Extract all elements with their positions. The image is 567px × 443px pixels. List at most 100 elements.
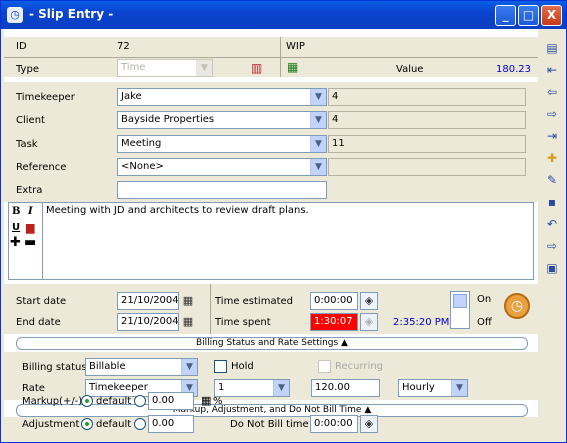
- rate-label: Rate: [22, 383, 45, 394]
- slip-entry-window: ◷ - Slip Entry - _ □ X ID 72 WIP Type Ti…: [0, 0, 567, 443]
- extra-label: Extra: [16, 185, 43, 196]
- calendar-icon[interactable]: ▦: [180, 314, 196, 330]
- close-button[interactable]: X: [541, 5, 562, 26]
- time-spent-label: Time spent: [215, 317, 271, 328]
- reference-code: [328, 158, 526, 176]
- add-icon[interactable]: ✚: [543, 149, 561, 167]
- slip-form: ID 72 WIP Type Time ▼ ▥ ▦ Value 180.23 T…: [4, 29, 538, 441]
- font-color-icon[interactable]: ▆: [26, 221, 34, 234]
- description-text[interactable]: Meeting with JD and architects to review…: [42, 203, 533, 279]
- billing-status-dropdown[interactable]: Billable ▼: [85, 358, 198, 376]
- adjustment-value-field[interactable]: 0.00: [148, 415, 194, 433]
- previous-icon[interactable]: ⇦: [543, 83, 561, 101]
- rate-unit-dropdown[interactable]: Hourly ▼: [398, 379, 468, 397]
- stopwatch-icon[interactable]: ◷: [504, 293, 530, 319]
- clock-time: 2:35:20 PM: [393, 317, 450, 328]
- timer-toggle[interactable]: [450, 291, 470, 329]
- spinner-icon[interactable]: ◈: [360, 415, 378, 433]
- markup-label: Markup(+/-): [22, 396, 83, 407]
- end-date-field[interactable]: 21/10/2004: [117, 313, 179, 331]
- last-icon[interactable]: ⇥: [543, 127, 561, 145]
- calculator-icon[interactable]: ▦: [287, 60, 298, 74]
- extra-field[interactable]: [117, 181, 327, 199]
- chevron-down-icon: ▼: [310, 112, 326, 128]
- recurring-label: Recurring: [335, 361, 383, 372]
- time-estimated-label: Time estimated: [215, 296, 294, 307]
- reference-dropdown[interactable]: <None> ▼: [117, 158, 327, 176]
- chevron-down-icon: ▼: [181, 359, 197, 375]
- markup-custom-radio[interactable]: [134, 395, 146, 407]
- adjustment-custom-radio[interactable]: [134, 418, 146, 430]
- percent-label: %: [213, 396, 223, 407]
- minimize-button[interactable]: _: [495, 5, 516, 26]
- undo-icon[interactable]: ↶: [543, 215, 561, 233]
- list-icon[interactable]: ▤: [543, 39, 561, 57]
- markup-default-radio[interactable]: [81, 395, 93, 407]
- timekeeper-label: Timekeeper: [16, 92, 75, 103]
- adjustment-default-label: default: [96, 419, 132, 430]
- do-not-bill-field[interactable]: 0:00:00: [310, 415, 358, 433]
- task-value: Meeting: [121, 138, 162, 149]
- bold-button[interactable]: B: [12, 206, 20, 217]
- chevron-down-icon: ▼: [310, 136, 326, 152]
- chevron-down-icon: ▼: [310, 89, 326, 105]
- timekeeper-value: Jake: [121, 91, 142, 102]
- rate-amount-field[interactable]: 120.00: [311, 379, 380, 397]
- type-dropdown[interactable]: Time ▼: [117, 59, 213, 77]
- type-value: Time: [121, 62, 146, 73]
- timekeeper-dropdown[interactable]: Jake ▼: [117, 88, 327, 106]
- book-icon[interactable]: ▥: [251, 61, 262, 75]
- find-icon[interactable]: ✎: [543, 171, 561, 189]
- spinner-icon[interactable]: ◈: [360, 292, 378, 310]
- rate-unit-value: Hourly: [402, 382, 435, 393]
- underline-button[interactable]: U: [12, 222, 20, 233]
- markup-value-field[interactable]: 0.00: [148, 392, 194, 410]
- window-title: - Slip Entry -: [29, 7, 114, 21]
- record-toolbar: ▤ ⇤ ⇦ ⇨ ⇥ ✚ ✎ ▪ ↶ ⇨ ▣: [539, 29, 565, 441]
- exit-icon[interactable]: ⇨: [543, 237, 561, 255]
- markup-section-header[interactable]: Markup, Adjustment, and Do Not Bill Time…: [16, 404, 528, 417]
- id-label: ID: [16, 41, 27, 52]
- start-date-label: Start date: [16, 296, 67, 307]
- time-spent-field[interactable]: 1:30:07: [310, 313, 358, 331]
- recurring-checkbox[interactable]: [318, 360, 331, 373]
- billing-status-label: Billing status: [22, 362, 87, 373]
- end-date-label: End date: [16, 317, 61, 328]
- spinner-icon[interactable]: ◈: [360, 313, 378, 331]
- save-icon[interactable]: ▪: [543, 193, 561, 211]
- hold-label: Hold: [231, 361, 254, 372]
- collapse-icon[interactable]: ▬: [24, 235, 36, 250]
- next-icon[interactable]: ⇨: [543, 105, 561, 123]
- calculator-icon[interactable]: ▦: [201, 394, 211, 407]
- chevron-down-icon: ▼: [273, 380, 289, 396]
- timekeeper-code: 4: [328, 88, 526, 106]
- report-icon[interactable]: ▣: [543, 259, 561, 277]
- calendar-icon[interactable]: ▦: [180, 293, 196, 309]
- id-value: 72: [117, 41, 130, 52]
- timer-on-label: On: [477, 294, 492, 305]
- client-value: Bayside Properties: [121, 114, 215, 125]
- adjustment-default-radio[interactable]: [81, 418, 93, 430]
- title-bar[interactable]: ◷ - Slip Entry - _ □ X: [1, 1, 566, 29]
- value-amount: 180.23: [496, 64, 531, 75]
- task-dropdown[interactable]: Meeting ▼: [117, 135, 327, 153]
- start-date-field[interactable]: 21/10/2004: [117, 292, 179, 310]
- first-icon[interactable]: ⇤: [543, 61, 561, 79]
- value-label: Value: [396, 64, 424, 75]
- header-divider: [4, 57, 538, 58]
- type-label: Type: [16, 64, 39, 75]
- do-not-bill-label: Do Not Bill time: [230, 419, 309, 430]
- timer-off-label: Off: [477, 317, 492, 328]
- reference-label: Reference: [16, 162, 67, 173]
- timer-switch-knob: [453, 294, 467, 308]
- hold-checkbox[interactable]: [214, 360, 227, 373]
- time-estimated-field[interactable]: 0:00:00: [310, 292, 358, 310]
- italic-button[interactable]: I: [28, 206, 33, 217]
- expand-icon[interactable]: ✚: [10, 235, 21, 250]
- rate-level-dropdown[interactable]: 1 ▼: [214, 379, 290, 397]
- billing-section-header[interactable]: Billing Status and Rate Settings ▲: [16, 337, 528, 350]
- client-label: Client: [16, 115, 45, 126]
- client-dropdown[interactable]: Bayside Properties ▼: [117, 111, 327, 129]
- rate-level-value: 1: [218, 382, 225, 393]
- maximize-button[interactable]: □: [518, 5, 539, 26]
